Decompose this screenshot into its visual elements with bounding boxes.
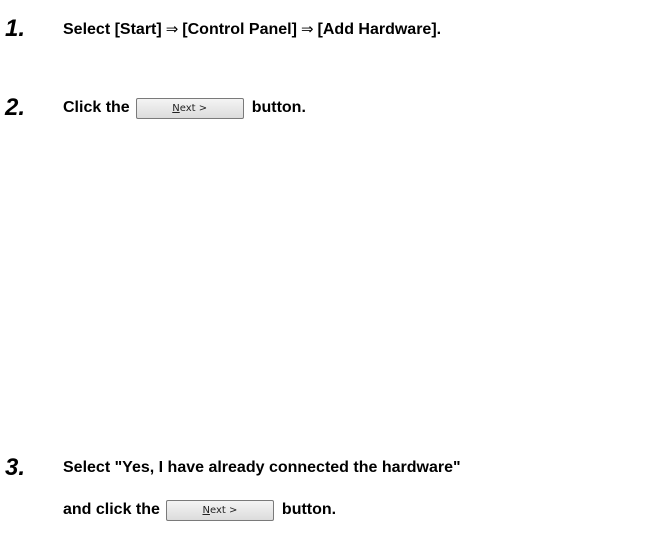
menu-control-panel: [Control Panel]	[182, 20, 297, 38]
next-button-label: ext	[179, 102, 196, 114]
step-number: 1.	[5, 15, 26, 42]
step-3-continuation: and click the Next > button.	[63, 495, 336, 525]
menu-add-hardware: [Add Hardware].	[317, 20, 442, 38]
step-1: 1. Select [Start] ⇒ [Control Panel] ⇒ [Add H…	[0, 14, 441, 44]
next-button[interactable]: Next >	[135, 97, 244, 119]
next-button-suffix: >	[195, 102, 208, 114]
step-number: 2.	[5, 94, 26, 121]
next-button[interactable]: Next >	[165, 499, 274, 521]
step-text-after: button.	[251, 99, 306, 116]
step-text: Click the Next > button.	[63, 97, 306, 119]
next-button-label: ext	[209, 504, 226, 516]
step-text-before: and click the	[63, 501, 160, 518]
step-text: Select [Start] ⇒ [Control Panel] ⇒ [Add Hard…	[63, 20, 441, 39]
next-button-mnemonic: N	[172, 102, 180, 114]
arrow-icon: ⇒	[165, 19, 179, 38]
step-text-line-1: Select "Yes, I have already connected th…	[63, 459, 461, 476]
next-button-suffix: >	[225, 504, 238, 516]
step-2: 2. Click the Next > button.	[0, 93, 306, 123]
step-3: 3. Select "Yes, I have already connected…	[0, 453, 461, 483]
step-text-before: Click the	[63, 99, 130, 116]
menu-start: Select [Start]	[63, 20, 162, 38]
step-number: 3.	[5, 454, 26, 481]
next-button-mnemonic: N	[202, 504, 210, 516]
step-text-after: button.	[281, 501, 337, 518]
arrow-icon: ⇒	[300, 19, 314, 38]
